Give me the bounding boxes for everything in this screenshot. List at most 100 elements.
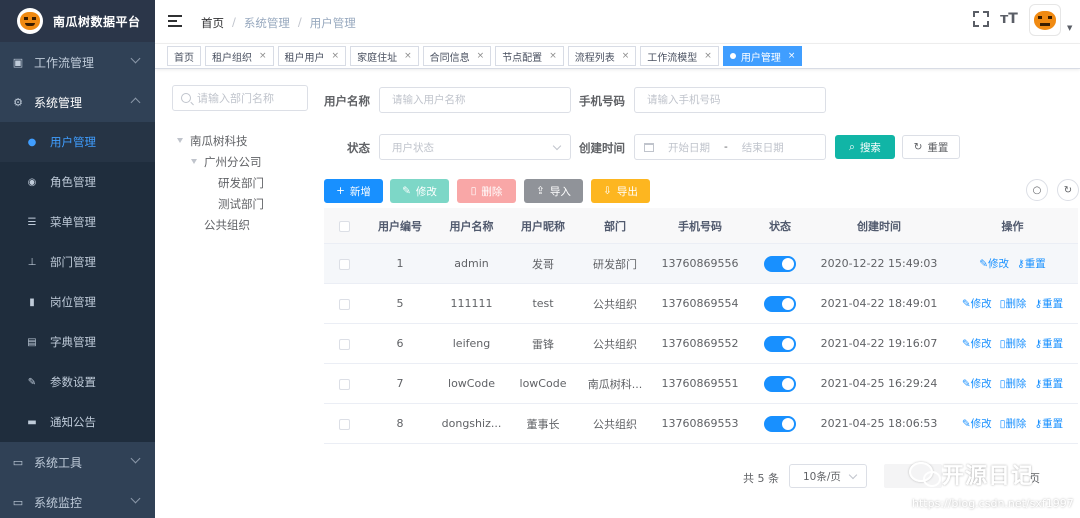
import-button[interactable]: ⇪ 导入	[524, 179, 583, 203]
sidebar-item-dept[interactable]: ⊥ 部门管理	[0, 242, 155, 282]
row-edit-link[interactable]: ✎修改	[962, 336, 992, 351]
close-icon[interactable]: ×	[477, 51, 485, 61]
row-checkbox[interactable]	[338, 258, 350, 270]
phone-input[interactable]	[634, 87, 826, 113]
row-delete-link[interactable]: ▯删除	[1000, 336, 1027, 351]
table-row[interactable]: 8 dongshiz... 董事长 公共组织 13760869553 2021-…	[324, 404, 1078, 444]
tag-home-address[interactable]: 家庭住址 ×	[350, 46, 419, 66]
close-icon[interactable]: ×	[404, 51, 412, 61]
row-edit-link[interactable]: ✎修改	[962, 416, 992, 431]
row-delete-link[interactable]: ▯删除	[1000, 376, 1027, 391]
row-reset-label: 重置	[1042, 338, 1064, 350]
avatar[interactable]	[1029, 4, 1061, 36]
tag-user-management[interactable]: 用户管理 ×	[722, 46, 803, 66]
row-edit-link[interactable]: ✎修改	[962, 296, 992, 311]
delete-button[interactable]: ▯ 删除	[457, 179, 516, 203]
dept-search-input[interactable]	[197, 91, 297, 105]
status-switch[interactable]	[764, 295, 796, 312]
sidebar-item-menu[interactable]: ☰ 菜单管理	[0, 202, 155, 242]
toggle-search-button[interactable]: ○	[1026, 179, 1048, 201]
tag-contract[interactable]: 合同信息 ×	[422, 46, 492, 66]
reset-button[interactable]: ↻ 重置	[902, 135, 960, 159]
close-icon[interactable]: ×	[259, 51, 267, 61]
add-button[interactable]: + 新增	[324, 179, 383, 203]
select-all-checkbox[interactable]	[338, 220, 350, 232]
menu-group-workflow[interactable]: ▣ 工作流管理	[0, 42, 155, 82]
brand-header[interactable]: 南瓜树数据平台	[0, 0, 155, 42]
row-reset-link[interactable]: ⚷重置	[1034, 416, 1063, 431]
row-reset-link[interactable]: ⚷重置	[1034, 296, 1063, 311]
font-size-icon[interactable]: тT	[1000, 10, 1018, 28]
status-switch[interactable]	[764, 255, 796, 272]
sidebar-item-notice[interactable]: ▬ 通知公告	[0, 402, 155, 442]
search-button[interactable]: ⌕ 搜索	[835, 135, 895, 159]
row-checkbox[interactable]	[338, 378, 350, 390]
status-switch[interactable]	[764, 375, 796, 392]
row-reset-link[interactable]: ⚷重置	[1034, 336, 1063, 351]
tree-node-branch[interactable]: 广州分公司	[177, 151, 264, 172]
tag-home[interactable]: 首页	[167, 46, 201, 66]
tag-workflow-model[interactable]: 工作流模型 ×	[640, 46, 719, 66]
refresh-button[interactable]: ↻	[1057, 179, 1079, 201]
sidebar-item-dict[interactable]: ▤ 字典管理	[0, 322, 155, 362]
caret-down-icon[interactable]: ▼	[1067, 24, 1072, 32]
tag-process-list[interactable]: 流程列表 ×	[567, 46, 637, 66]
table-row[interactable]: 1 admin 发哥 研发部门 13760869556 2020-12-22 1…	[324, 244, 1078, 284]
chevron-down-icon	[552, 141, 562, 151]
sidebar-item-role[interactable]: ◉ 角色管理	[0, 162, 155, 202]
row-reset-link[interactable]: ⚷重置	[1034, 376, 1063, 391]
tree-node-other[interactable]: 公共组织	[177, 214, 264, 235]
status-switch[interactable]	[764, 415, 796, 432]
close-icon[interactable]: ×	[788, 51, 796, 61]
user-name: lowCode	[448, 377, 495, 390]
row-reset-link[interactable]: ⚷重置	[1017, 256, 1046, 271]
sidebar-item-user[interactable]: ● 用户管理	[0, 122, 155, 162]
fullscreen-icon[interactable]	[972, 10, 990, 28]
row-edit-link[interactable]: ✎修改	[979, 256, 1009, 271]
caret-down-icon[interactable]	[191, 159, 197, 164]
status-select[interactable]: 用户状态	[379, 134, 571, 160]
tree-node-label: 公共组织	[204, 217, 250, 232]
close-icon[interactable]: ×	[332, 51, 340, 61]
row-delete-link[interactable]: ▯删除	[1000, 296, 1027, 311]
hamburger-icon[interactable]	[168, 15, 182, 27]
row-checkbox[interactable]	[338, 338, 350, 350]
tag-tenant-user[interactable]: 租户用户 ×	[277, 46, 347, 66]
row-checkbox[interactable]	[338, 298, 350, 310]
tag-node-config[interactable]: 节点配置 ×	[495, 46, 564, 66]
menu-group-monitor[interactable]: ▭ 系统监控	[0, 482, 155, 518]
status-switch[interactable]	[764, 335, 796, 352]
tag-tenant-org[interactable]: 租户组织 ×	[205, 46, 274, 66]
menu-group-tools[interactable]: ▭ 系统工具	[0, 442, 155, 482]
table-row[interactable]: 6 leifeng 雷锋 公共组织 13760869552 2021-04-22…	[324, 324, 1078, 364]
user-phone: 13760869554	[661, 297, 739, 310]
table-row[interactable]: 7 lowCode lowCode 南瓜树科... 13760869551 20…	[324, 364, 1078, 404]
row-checkbox[interactable]	[338, 418, 350, 430]
breadcrumb-system[interactable]: 系统管理	[244, 15, 290, 31]
breadcrumb-home[interactable]: 首页	[201, 15, 224, 31]
tree-node-root[interactable]: 南瓜树科技	[177, 130, 264, 151]
tree-node-leaf[interactable]: 研发部门	[177, 172, 264, 193]
date-range-picker[interactable]: 开始日期 - 结束日期	[634, 134, 826, 160]
row-delete-link[interactable]: ▯删除	[1000, 416, 1027, 431]
range-separator: -	[724, 141, 728, 153]
start-date-placeholder[interactable]: 开始日期	[668, 140, 710, 155]
close-icon[interactable]: ×	[622, 51, 630, 61]
menu-group-system[interactable]: ⚙ 系统管理	[0, 82, 155, 122]
close-icon[interactable]: ×	[704, 51, 712, 61]
row-delete-label: 删除	[1005, 338, 1027, 350]
username-input[interactable]	[379, 87, 571, 113]
phone-label: 手机号码	[579, 94, 625, 108]
caret-down-icon[interactable]	[177, 138, 183, 143]
page-size-select[interactable]: 10条/页	[789, 464, 867, 488]
sidebar-item-post[interactable]: ▮ 岗位管理	[0, 282, 155, 322]
end-date-placeholder[interactable]: 结束日期	[742, 140, 784, 155]
edit-button[interactable]: ✎ 修改	[390, 179, 449, 203]
close-icon[interactable]: ×	[549, 51, 557, 61]
export-button[interactable]: ⇩ 导出	[591, 179, 650, 203]
tree-node-leaf[interactable]: 测试部门	[177, 193, 264, 214]
sidebar-item-config[interactable]: ✎ 参数设置	[0, 362, 155, 402]
row-edit-link[interactable]: ✎修改	[962, 376, 992, 391]
table-row[interactable]: 5 111111 test 公共组织 13760869554 2021-04-2…	[324, 284, 1078, 324]
pagination-total: 共 5 条	[743, 472, 779, 485]
